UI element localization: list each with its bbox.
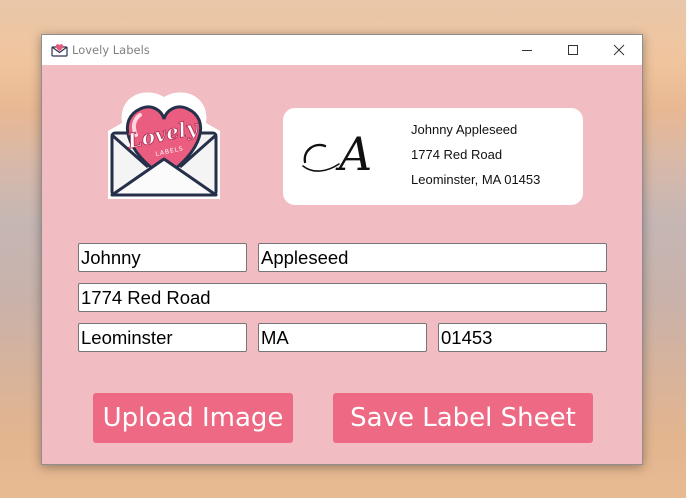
street-field[interactable]: 1774 Red Road xyxy=(78,283,607,312)
window-title: Lovely Labels xyxy=(72,43,150,57)
title-bar[interactable]: Lovely Labels xyxy=(42,35,642,65)
monogram-letter: A xyxy=(335,127,372,181)
close-button[interactable] xyxy=(596,35,642,65)
save-label-sheet-button[interactable]: Save Label Sheet xyxy=(333,393,593,443)
upload-image-button[interactable]: Upload Image xyxy=(93,393,293,443)
app-logo: Lovely LABELS xyxy=(104,89,224,203)
state-field[interactable]: MA xyxy=(258,323,427,352)
first-name-field[interactable]: Johnny xyxy=(78,243,247,272)
preview-street: 1774 Red Road xyxy=(411,147,503,162)
maximize-button[interactable] xyxy=(550,35,596,65)
envelope-heart-icon xyxy=(51,42,68,57)
main-content: Lovely LABELS A Johnny Appleseed 1774 Re… xyxy=(42,65,642,464)
city-field[interactable]: Leominster xyxy=(78,323,247,352)
close-icon xyxy=(613,44,625,56)
label-preview: A Johnny Appleseed 1774 Red Road Leomins… xyxy=(283,108,583,205)
preview-city-state-zip: Leominster, MA 01453 xyxy=(411,172,541,187)
zip-field[interactable]: 01453 xyxy=(438,323,607,352)
preview-address: Johnny Appleseed 1774 Red Road Leominste… xyxy=(411,121,540,196)
minimize-button[interactable] xyxy=(504,35,550,65)
last-name-field[interactable]: Appleseed xyxy=(258,243,607,272)
minimize-icon xyxy=(522,50,532,51)
maximize-icon xyxy=(568,45,578,55)
app-window: Lovely Labels Lovely LABELS A Johnny App… xyxy=(41,34,643,465)
preview-name: Johnny Appleseed xyxy=(411,122,518,137)
monogram-mark: A xyxy=(302,127,372,181)
